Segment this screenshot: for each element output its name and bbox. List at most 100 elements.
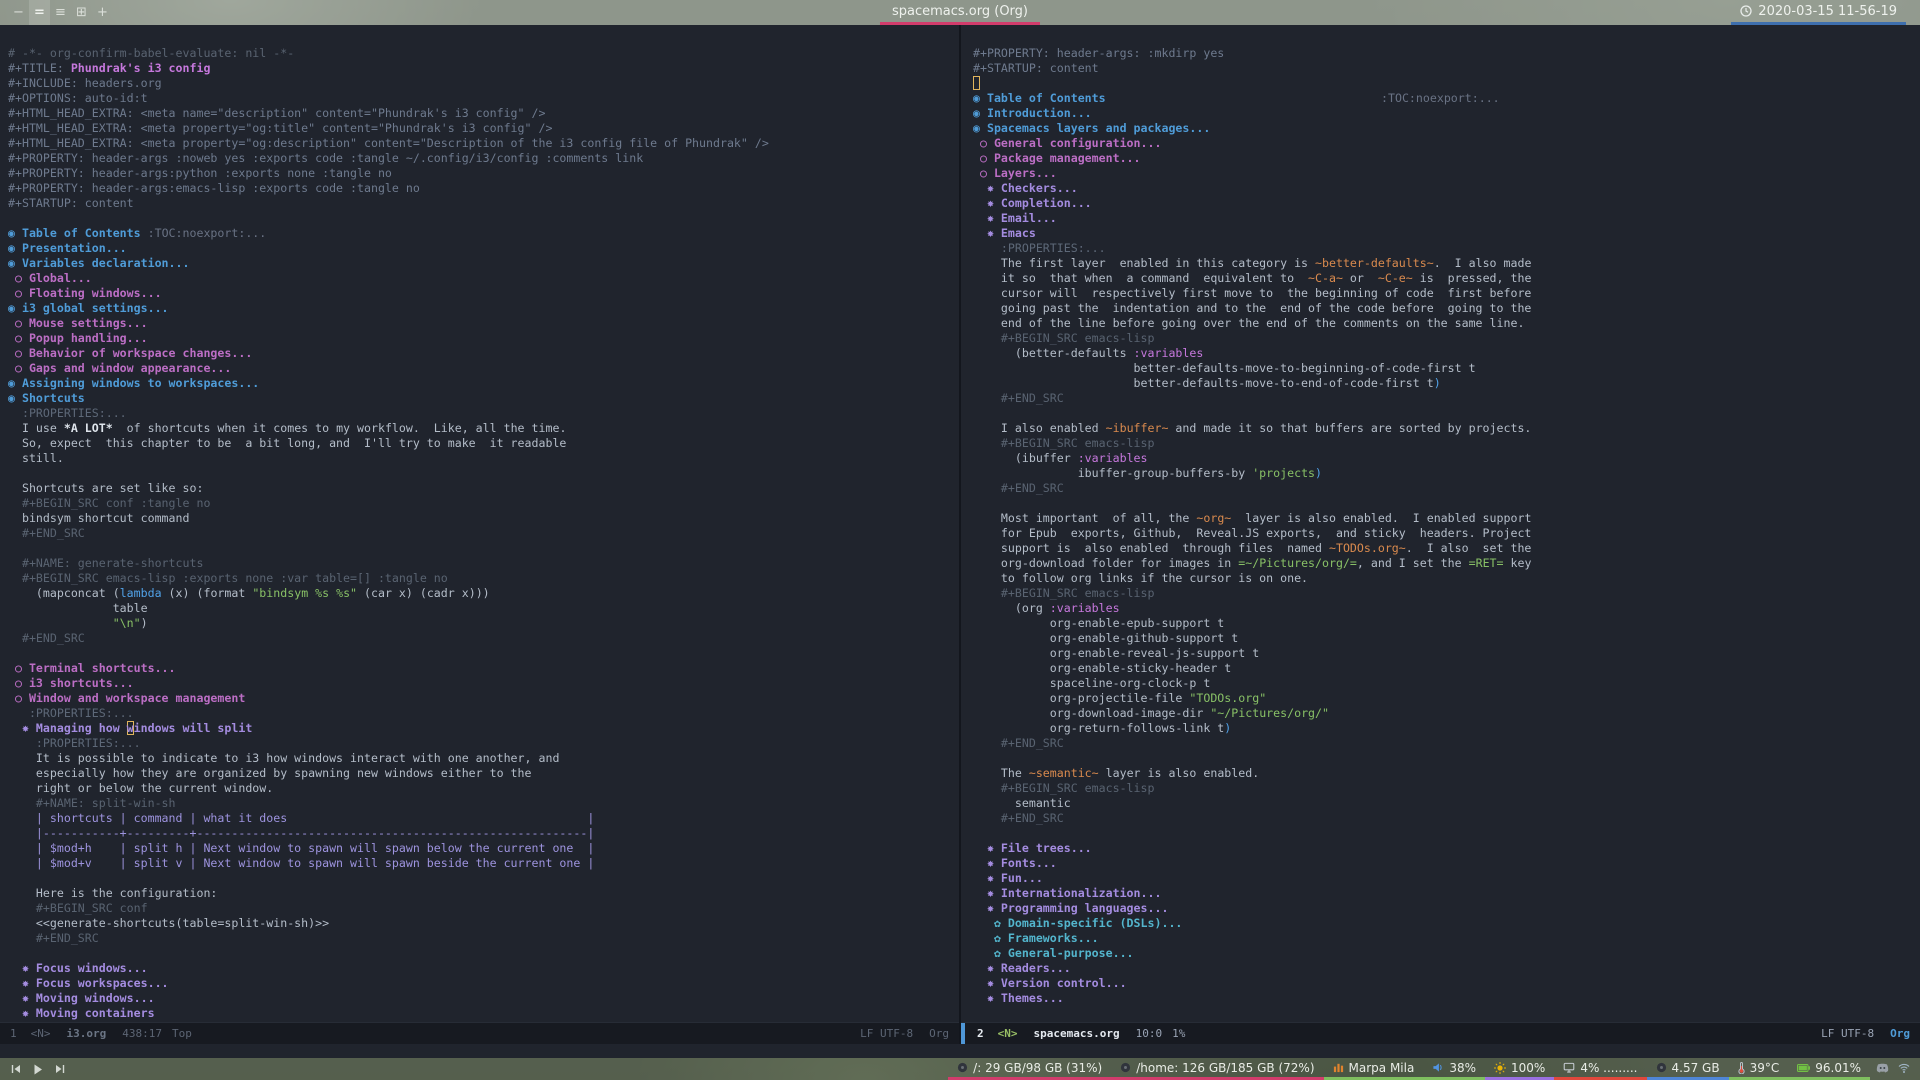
buffer-line[interactable]: right or below the current window.: [8, 781, 959, 796]
buffer-line[interactable]: [973, 826, 1920, 841]
module-brightness[interactable]: 100%: [1485, 1058, 1555, 1080]
buffer-line[interactable]: | $mod+v | split v | Next window to spaw…: [8, 856, 959, 871]
echo-area[interactable]: [0, 1044, 1920, 1058]
buffer-line[interactable]: ✸ Programming languages...: [973, 901, 1920, 916]
buffer-line[interactable]: ✸ File trees...: [973, 841, 1920, 856]
buffer-line[interactable]: ○ Global...: [8, 271, 959, 286]
buffer-line[interactable]: ✸ Managing how windows will split: [8, 721, 959, 736]
module-music[interactable]: Marpa Mila: [1323, 1058, 1424, 1080]
buffer-line[interactable]: #+END_SRC: [973, 811, 1920, 826]
buffer-line[interactable]: still.: [8, 451, 959, 466]
buffer-line[interactable]: ✸ Checkers...: [973, 181, 1920, 196]
buffer-line[interactable]: org-enable-reveal-js-support t: [973, 646, 1920, 661]
buffer-line[interactable]: #+BEGIN_SRC emacs-lisp :exports none :va…: [8, 571, 959, 586]
buffer-line[interactable]: bindsym shortcut command: [8, 511, 959, 526]
buffer-line[interactable]: #+TITLE: Phundrak's i3 config: [8, 61, 959, 76]
buffer-line[interactable]: [973, 406, 1920, 421]
buffer-line[interactable]: | shortcuts | command | what it does |: [8, 811, 959, 826]
network-icon[interactable]: [1898, 1062, 1910, 1076]
buffer-line[interactable]: ○ Popup handling...: [8, 331, 959, 346]
buffer-line[interactable]: org-projectile-file "TODOs.org": [973, 691, 1920, 706]
discord-icon[interactable]: [1876, 1062, 1889, 1076]
buffer-line[interactable]: [8, 211, 959, 226]
buffer-line[interactable]: org-download folder for images in =~/Pic…: [973, 556, 1920, 571]
buffer-line[interactable]: |-----------+---------+-----------------…: [8, 826, 959, 841]
buffer-line[interactable]: ◉ Variables declaration...: [8, 256, 959, 271]
buffer-line[interactable]: ✿ Domain-specific (DSLs)...: [973, 916, 1920, 931]
buffer-line[interactable]: end of the line before going over the en…: [973, 316, 1920, 331]
workspace-icon-5[interactable]: +: [92, 0, 113, 25]
buffer-line[interactable]: #+PROPERTY: header-args:emacs-lisp :expo…: [8, 181, 959, 196]
buffer-line[interactable]: ◉ Shortcuts: [8, 391, 959, 406]
buffer-line[interactable]: org-enable-sticky-header t: [973, 661, 1920, 676]
buffer-line[interactable]: ✸ Focus windows...: [8, 961, 959, 976]
buffer-line[interactable]: semantic: [973, 796, 1920, 811]
buffer-line[interactable]: spaceline-org-clock-p t: [973, 676, 1920, 691]
buffer-line[interactable]: to follow org links if the cursor is on …: [973, 571, 1920, 586]
buffer-line[interactable]: [8, 541, 959, 556]
buffer-i3-org[interactable]: # -*- org-confirm-babel-evaluate: nil -*…: [0, 25, 959, 1022]
buffer-line[interactable]: #+PROPERTY: header-args:python :exports …: [8, 166, 959, 181]
buffer-line[interactable]: #+END_SRC: [8, 631, 959, 646]
buffer-line[interactable]: [8, 466, 959, 481]
buffer-line[interactable]: ✿ Frameworks...: [973, 931, 1920, 946]
buffer-line[interactable]: ○ Terminal shortcuts...: [8, 661, 959, 676]
buffer-line[interactable]: # -*- org-confirm-babel-evaluate: nil -*…: [8, 46, 959, 61]
buffer-line[interactable]: Here is the configuration:: [8, 886, 959, 901]
buffer-line[interactable]: better-defaults-move-to-end-of-code-firs…: [973, 376, 1920, 391]
buffer-line[interactable]: (org :variables: [973, 601, 1920, 616]
buffer-line[interactable]: #+HTML_HEAD_EXTRA: <meta property="og:ti…: [8, 121, 959, 136]
buffer-line[interactable]: It is possible to indicate to i3 how win…: [8, 751, 959, 766]
buffer-line[interactable]: #+NAME: split-win-sh: [8, 796, 959, 811]
buffer-line[interactable]: cursor will respectively first move to t…: [973, 286, 1920, 301]
buffer-line[interactable]: :PROPERTIES:...: [8, 406, 959, 421]
buffer-line[interactable]: ✸ Moving containers: [8, 1006, 959, 1021]
buffer-line[interactable]: #+STARTUP: content: [8, 196, 959, 211]
media-next-button[interactable]: [55, 1064, 66, 1074]
buffer-line[interactable]: #+END_SRC: [973, 481, 1920, 496]
module-volume[interactable]: 38%: [1423, 1058, 1485, 1080]
modeline-i3-org[interactable]: 1 <N> i3.org 438:17 Top LF UTF-8 Org: [0, 1022, 959, 1044]
buffer-line[interactable]: #+END_SRC: [8, 526, 959, 541]
buffer-line[interactable]: #+END_SRC: [8, 931, 959, 946]
buffer-line[interactable]: (mapconcat (lambda (x) (format "bindsym …: [8, 586, 959, 601]
buffer-line[interactable]: org-download-image-dir "~/Pictures/org/": [973, 706, 1920, 721]
buffer-line[interactable]: #+PROPERTY: header-args :noweb yes :expo…: [8, 151, 959, 166]
buffer-line[interactable]: for Epub exports, Github, Reveal.JS expo…: [973, 526, 1920, 541]
buffer-line[interactable]: I use *A LOT* of shortcuts when it comes…: [8, 421, 959, 436]
buffer-line[interactable]: I also enabled ~ibuffer~ and made it so …: [973, 421, 1920, 436]
buffer-line[interactable]: ◉ Table of Contents:TOC:noexport:...: [973, 91, 1920, 106]
buffer-line[interactable]: ○ Window and workspace management: [8, 691, 959, 706]
buffer-line[interactable]: [8, 946, 959, 961]
workspace-icon-2[interactable]: =: [29, 0, 50, 25]
buffer-line[interactable]: #+END_SRC: [973, 736, 1920, 751]
media-play-button[interactable]: [33, 1064, 43, 1075]
buffer-line[interactable]: [973, 76, 1920, 91]
buffer-line[interactable]: ✸ Internationalization...: [973, 886, 1920, 901]
buffer-line[interactable]: ✸ Version control...: [973, 976, 1920, 991]
buffer-line[interactable]: ◉ i3 global settings...: [8, 301, 959, 316]
buffer-line[interactable]: The ~semantic~ layer is also enabled.: [973, 766, 1920, 781]
buffer-line[interactable]: table: [8, 601, 959, 616]
buffer-line[interactable]: going past the indentation and to the en…: [973, 301, 1920, 316]
buffer-line[interactable]: it so that when a command equivalent to …: [973, 271, 1920, 286]
buffer-line[interactable]: ○ Behavior of workspace changes...: [8, 346, 959, 361]
buffer-spacemacs-org[interactable]: #+PROPERTY: header-args: :mkdirp yes #+ST…: [961, 25, 1920, 1022]
buffer-line[interactable]: org-return-follows-link t): [973, 721, 1920, 736]
buffer-line[interactable]: #+BEGIN_SRC emacs-lisp: [973, 331, 1920, 346]
buffer-line[interactable]: ◉ Spacemacs layers and packages...: [973, 121, 1920, 136]
buffer-line[interactable]: org-enable-github-support t: [973, 631, 1920, 646]
buffer-line[interactable]: ✸ Fonts...: [973, 856, 1920, 871]
buffer-line[interactable]: [8, 871, 959, 886]
major-mode-indicator[interactable]: Org: [1890, 1027, 1910, 1040]
modeline-spacemacs-org[interactable]: 2 <N> spacemacs.org 10:0 1% LF UTF-8 Org: [961, 1022, 1920, 1044]
buffer-line[interactable]: #+OPTIONS: auto-id:t: [8, 91, 959, 106]
buffer-line[interactable]: #+BEGIN_SRC emacs-lisp: [973, 586, 1920, 601]
buffer-line[interactable]: ○ General configuration...: [973, 136, 1920, 151]
buffer-line[interactable]: Shortcuts are set like so:: [8, 481, 959, 496]
buffer-line[interactable]: [973, 496, 1920, 511]
buffer-line[interactable]: "\n"): [8, 616, 959, 631]
buffer-line[interactable]: #+INCLUDE: headers.org: [8, 76, 959, 91]
buffer-line[interactable]: #+END_SRC: [973, 391, 1920, 406]
buffer-line[interactable]: Most important of all, the ~org~ layer i…: [973, 511, 1920, 526]
